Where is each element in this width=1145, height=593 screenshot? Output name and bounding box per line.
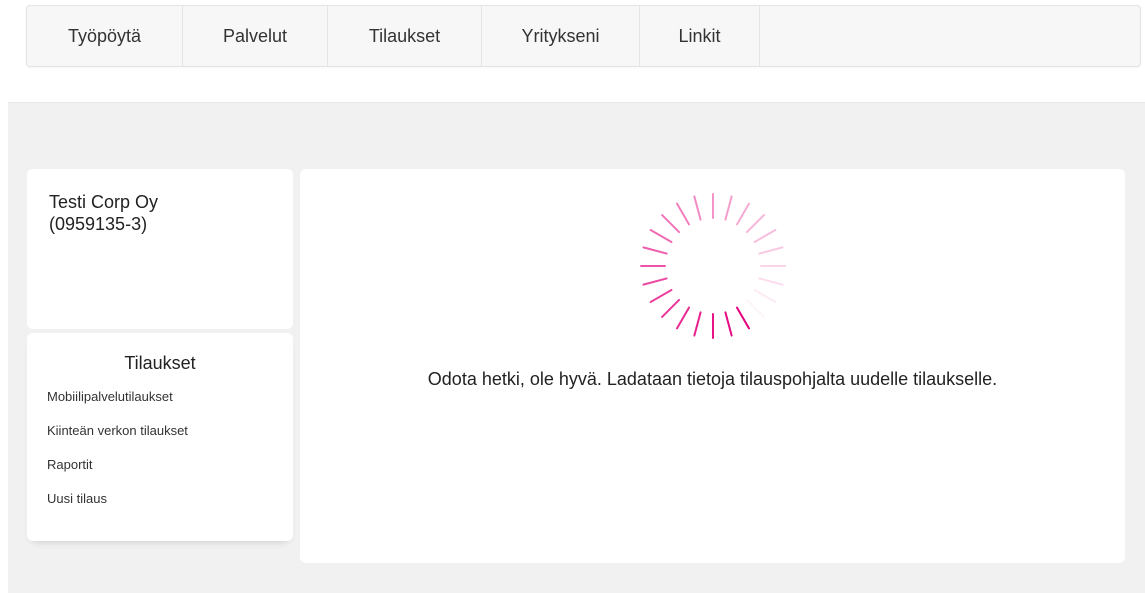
- menu-link-mobile-orders[interactable]: Mobiilipalvelutilaukset: [47, 388, 273, 422]
- spinner-tick: [753, 289, 777, 303]
- menu-link-new-order[interactable]: Uusi tilaus: [47, 490, 273, 524]
- nav-item-tilaukset[interactable]: Tilaukset: [328, 6, 482, 66]
- company-business-id: (0959135-3): [49, 214, 148, 234]
- spinner-tick: [693, 195, 702, 221]
- spinner-tick: [676, 306, 690, 330]
- menu-link-fixed-network-orders[interactable]: Kiinteän verkon tilaukset: [47, 422, 273, 456]
- spinner-tick: [753, 229, 777, 243]
- main-navigation: Työpöytä Palvelut Tilaukset Yritykseni L…: [26, 5, 1141, 67]
- spinner-tick: [649, 229, 673, 243]
- spinner-tick: [736, 202, 750, 226]
- spinner-tick: [724, 195, 733, 221]
- menu-link-reports[interactable]: Raportit: [47, 456, 273, 490]
- company-name: Testi Corp Oy: [49, 192, 159, 212]
- loading-spinner-icon: [640, 193, 786, 339]
- spinner-tick: [642, 277, 668, 286]
- spinner-tick: [676, 202, 690, 226]
- nav-item-tyopoyta[interactable]: Työpöytä: [27, 6, 183, 66]
- spinner-tick: [693, 311, 702, 337]
- nav-item-yritykseni[interactable]: Yritykseni: [482, 6, 640, 66]
- orders-menu-title: Tilaukset: [124, 353, 196, 373]
- spinner-tick: [661, 214, 681, 234]
- spinner-tick: [661, 298, 681, 318]
- spinner-tick: [649, 289, 673, 303]
- spinner-tick: [758, 277, 784, 286]
- loading-message: Odota hetki, ole hyvä. Ladataan tietoja …: [427, 369, 998, 389]
- spinner-tick: [745, 214, 765, 234]
- spinner-tick: [758, 246, 784, 255]
- nav-item-linkit[interactable]: Linkit: [640, 6, 760, 66]
- spinner-tick: [724, 311, 733, 337]
- spinner-tick: [642, 246, 668, 255]
- spinner-tick: [745, 298, 765, 318]
- company-card: Testi Corp Oy (0959135-3): [27, 169, 293, 329]
- spinner-tick: [736, 306, 750, 330]
- main-panel: Odota hetki, ole hyvä. Ladataan tietoja …: [300, 169, 1125, 563]
- orders-menu: Tilaukset Mobiilipalvelutilaukset Kiinte…: [27, 333, 293, 541]
- nav-item-palvelut[interactable]: Palvelut: [183, 6, 328, 66]
